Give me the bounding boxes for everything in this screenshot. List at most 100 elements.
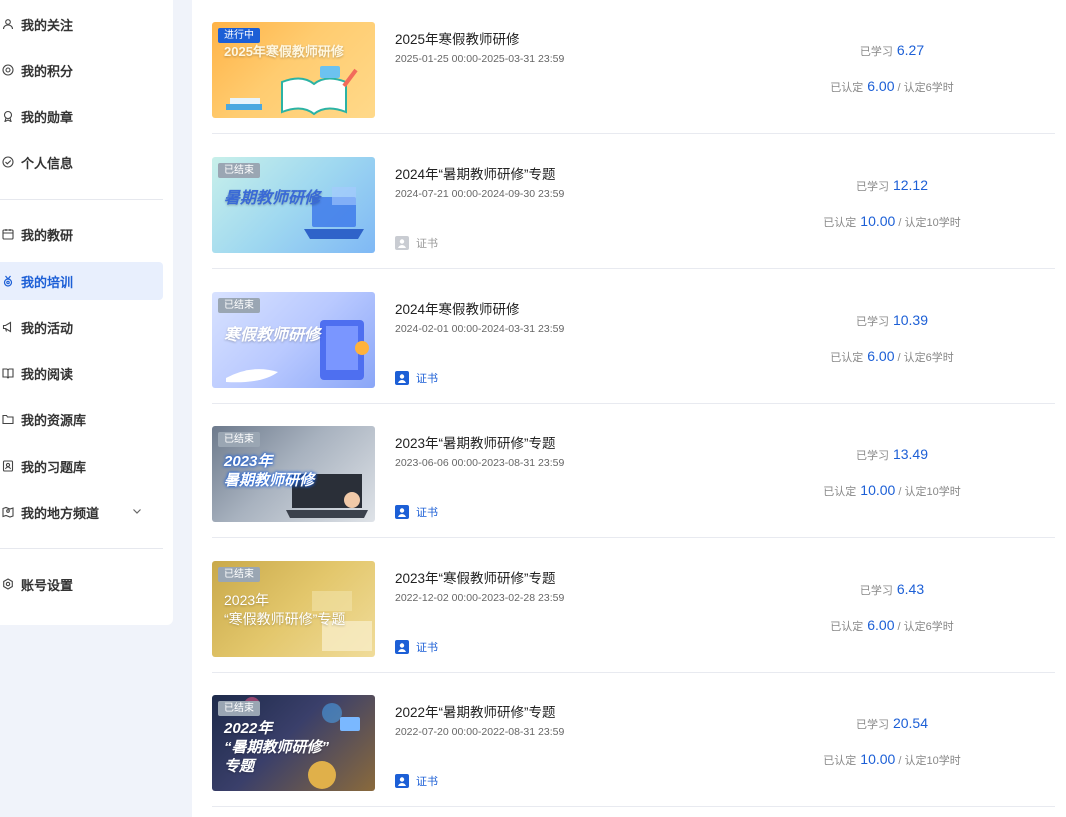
certificate-label: 证书 xyxy=(416,776,438,788)
certificate-link[interactable]: 证书 xyxy=(395,370,438,386)
certified-hours: 已认定 6.00/ 认定6学时 xyxy=(772,348,1012,365)
certificate-icon xyxy=(395,371,409,385)
training-title[interactable]: 2024年“暑期教师研修”专题 xyxy=(395,163,556,183)
training-title[interactable]: 2023年“暑期教师研修”专题 xyxy=(395,432,556,452)
sidebar-item-label: 我的关注 xyxy=(21,17,74,33)
certificate-link[interactable]: 证书 xyxy=(395,639,438,655)
user-icon xyxy=(2,18,14,30)
folder-icon xyxy=(2,413,14,425)
training-date: 2024-07-21 00:00-2024-09-30 23:59 xyxy=(395,188,565,200)
sidebar-item-profile[interactable]: 个人信息 xyxy=(0,143,163,181)
certificate-link[interactable]: 证书 xyxy=(395,773,438,789)
training-row[interactable]: 已结束 2023年 “寒假教师研修”专题 2023年“寒假教师研修”专题 202… xyxy=(212,539,1055,673)
training-row[interactable]: 已结束 2022年 “暑期教师研修” 专题 2022年“暑期教师研修”专题 20… xyxy=(212,673,1055,807)
sidebar-item-teaching-research[interactable]: 我的教研 xyxy=(0,215,163,253)
training-thumbnail[interactable]: 已结束 2023年 “寒假教师研修”专题 xyxy=(212,561,375,657)
sidebar-item-account-settings[interactable]: 账号设置 xyxy=(0,565,163,603)
training-thumbnail[interactable]: 进行中 2025年寒假教师研修 xyxy=(212,22,375,118)
certificate-icon xyxy=(395,774,409,788)
studied-value: 12.12 xyxy=(892,177,929,193)
sidebar-item-following[interactable]: 我的关注 xyxy=(0,5,163,43)
sidebar-item-reading[interactable]: 我的阅读 xyxy=(0,354,163,392)
sidebar-item-label: 我的教研 xyxy=(21,227,74,243)
calendar-icon xyxy=(2,228,14,240)
certified-label: 已认定 xyxy=(823,217,857,229)
training-row[interactable]: 已结束 暑期教师研修 2024年“暑期教师研修”专题 2024-07-21 00… xyxy=(212,135,1055,269)
training-thumbnail[interactable]: 已结束 寒假教师研修 xyxy=(212,292,375,388)
map-icon xyxy=(2,506,14,518)
chevron-down-icon[interactable] xyxy=(131,505,143,517)
sidebar-item-label: 我的活动 xyxy=(21,320,74,336)
certified-label: 已认定 xyxy=(830,82,864,94)
certified-hours: 已认定 10.00/ 认定10学时 xyxy=(772,213,1012,230)
studied-value: 13.49 xyxy=(892,446,929,462)
sidebar-item-points[interactable]: 我的积分 xyxy=(0,51,163,89)
sidebar-item-label: 我的资源库 xyxy=(21,412,87,428)
certified-value: 10.00 xyxy=(860,213,896,229)
sidebar-item-label: 我的培训 xyxy=(21,274,74,290)
certified-hours: 已认定 6.00/ 认定6学时 xyxy=(772,617,1012,634)
studied-label: 已学习 xyxy=(859,46,893,58)
book-icon xyxy=(2,367,14,379)
certified-label: 已认定 xyxy=(830,621,864,633)
megaphone-icon xyxy=(2,321,14,333)
certificate-label: 证书 xyxy=(416,373,438,385)
training-row[interactable]: 进行中 2025年寒假教师研修 2025年寒假教师研修 2025-01-25 0… xyxy=(212,0,1055,134)
certificate-icon xyxy=(395,640,409,654)
studied-value: 6.27 xyxy=(896,42,925,58)
status-badge: 进行中 xyxy=(218,28,260,43)
certificate-icon xyxy=(395,236,409,250)
settings-icon xyxy=(2,578,14,590)
sidebar-item-label: 我的地方频道 xyxy=(21,505,100,521)
training-row[interactable]: 已结束 2023年 暑期教师研修 2023年“暑期教师研修”专题 2023-06… xyxy=(212,404,1055,538)
sidebar-item-local-channel[interactable]: 我的地方频道 xyxy=(0,493,163,531)
status-badge: 已结束 xyxy=(218,567,260,582)
studied-label: 已学习 xyxy=(855,181,889,193)
training-date: 2022-12-02 00:00-2023-02-28 23:59 xyxy=(395,592,565,604)
thumbnail-caption: 2022年 “暑期教师研修” 专题 xyxy=(224,720,330,775)
studied-value: 6.43 xyxy=(896,581,925,597)
medal-icon xyxy=(2,110,14,122)
training-title[interactable]: 2025年寒假教师研修 xyxy=(395,28,520,48)
required-hours: / 认定10学时 xyxy=(898,486,961,498)
certified-hours: 已认定 10.00/ 认定10学时 xyxy=(772,751,1012,768)
sidebar-item-label: 我的阅读 xyxy=(21,366,74,382)
sidebar-item-activities[interactable]: 我的活动 xyxy=(0,308,163,346)
certified-value: 6.00 xyxy=(867,78,895,94)
training-title[interactable]: 2022年“暑期教师研修”专题 xyxy=(395,701,556,721)
thumbnail-caption: 2023年 “寒假教师研修”专题 xyxy=(224,592,346,627)
studied-label: 已学习 xyxy=(855,450,889,462)
certificate-label: 证书 xyxy=(416,507,438,519)
certified-label: 已认定 xyxy=(823,486,857,498)
thumbnail-caption: 暑期教师研修 xyxy=(224,190,321,207)
certified-hours: 已认定 6.00/ 认定6学时 xyxy=(772,78,1012,95)
sidebar-item-training[interactable]: 我的培训 xyxy=(0,262,163,300)
check-circle-icon xyxy=(2,156,14,168)
training-thumbnail[interactable]: 已结束 2022年 “暑期教师研修” 专题 xyxy=(212,695,375,791)
training-title[interactable]: 2024年寒假教师研修 xyxy=(395,298,520,318)
status-badge: 已结束 xyxy=(218,701,260,716)
certified-value: 10.00 xyxy=(860,751,896,767)
thumbnail-caption: 2025年寒假教师研修 xyxy=(224,44,344,59)
certificate-link[interactable]: 证书 xyxy=(395,504,438,520)
divider xyxy=(0,548,163,549)
sidebar-item-medals[interactable]: 我的勋章 xyxy=(0,97,163,135)
sidebar-item-label: 账号设置 xyxy=(21,577,74,593)
certificate-link: 证书 xyxy=(395,235,438,251)
training-title[interactable]: 2023年“寒假教师研修”专题 xyxy=(395,567,556,587)
training-thumbnail[interactable]: 已结束 暑期教师研修 xyxy=(212,157,375,253)
sidebar-item-label: 我的勋章 xyxy=(21,109,74,125)
sidebar-item-resources[interactable]: 我的资源库 xyxy=(0,400,163,438)
training-date: 2025-01-25 00:00-2025-03-31 23:59 xyxy=(395,53,565,65)
training-thumbnail[interactable]: 已结束 2023年 暑期教师研修 xyxy=(212,426,375,522)
sidebar-item-label: 我的习题库 xyxy=(21,459,87,475)
sidebar-item-exercises[interactable]: 我的习题库 xyxy=(0,447,163,485)
status-badge: 已结束 xyxy=(218,163,260,178)
status-badge: 已结束 xyxy=(218,432,260,447)
required-hours: / 认定10学时 xyxy=(898,755,961,767)
status-badge: 已结束 xyxy=(218,298,260,313)
studied-value: 10.39 xyxy=(892,312,929,328)
studied-hours: 已学习 10.39 xyxy=(772,312,1012,329)
training-row[interactable]: 已结束 寒假教师研修 2024年寒假教师研修 2024-02-01 00:00-… xyxy=(212,270,1055,404)
exercise-icon xyxy=(2,460,14,472)
